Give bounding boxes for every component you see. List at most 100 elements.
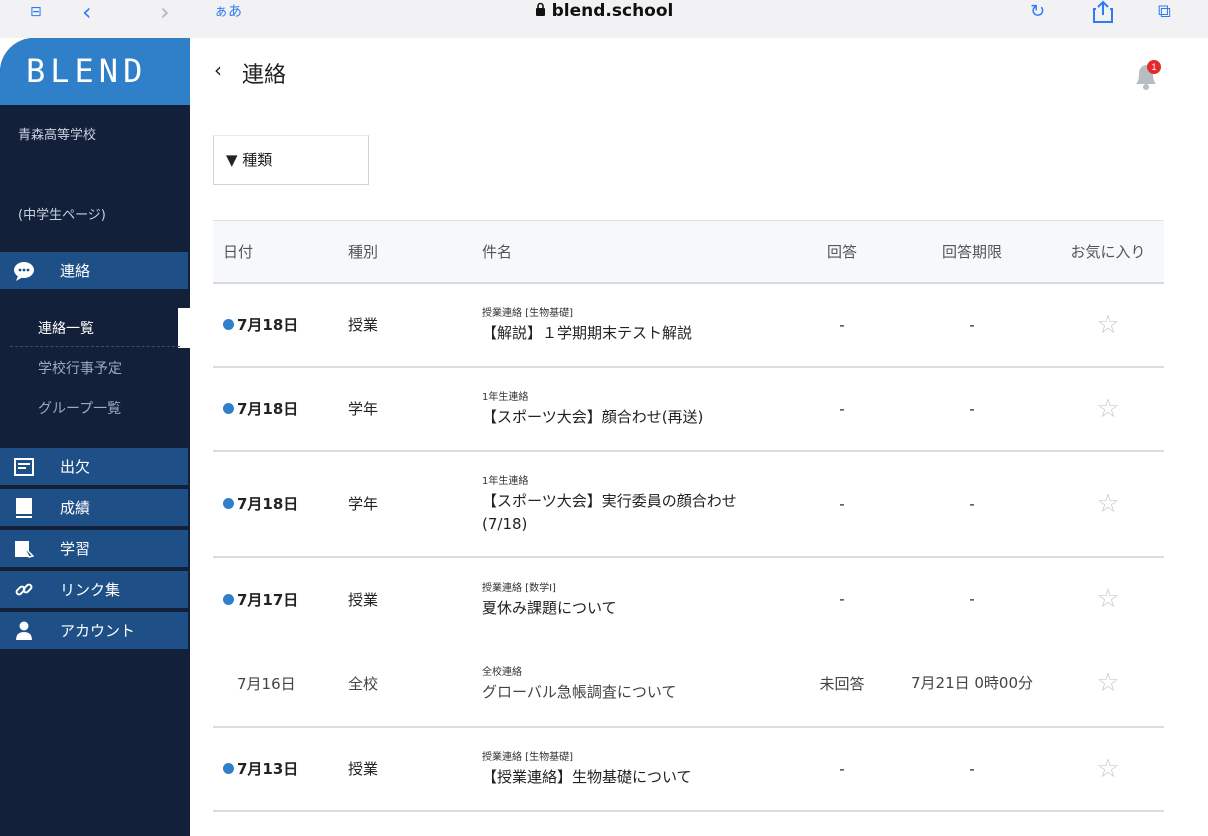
subject-cell[interactable]: 1年生連絡【スポーツ大会】顔合わせ(再送) [482, 367, 792, 451]
nav-label: リンク集 [60, 581, 121, 599]
back-chevron-icon[interactable]: ‹ [214, 58, 222, 82]
subject-text: 夏休み課題について [482, 598, 617, 617]
study-icon [10, 530, 38, 572]
tabs-icon[interactable]: ⧉ [1158, 0, 1171, 24]
nav-item-grades[interactable]: 成績 [0, 489, 188, 527]
column-header-category[interactable]: 種別 [348, 221, 482, 283]
subject-text: 【解説】１学期期末テスト解説 [482, 324, 693, 342]
browser-toolbar: ⊟ ‹ › ぁあ blend.school ↻ ⧉ [0, 0, 1208, 38]
favorite-cell: ☆ [1052, 367, 1164, 451]
notification-bell-icon[interactable]: 1 [1132, 60, 1161, 90]
nav-label: 成績 [60, 499, 91, 517]
url-text: blend.school [551, 1, 674, 21]
favorite-cell: ☆ [1052, 727, 1164, 811]
sender-label: 授業連絡 [数学Ⅰ] [482, 582, 556, 594]
column-header-deadline[interactable]: 回答期限 [892, 221, 1052, 283]
blend-logo[interactable]: BLEND [0, 38, 190, 105]
subject-cell[interactable]: 全校連絡グローバル急帳調査について [482, 641, 792, 727]
deadline-cell: 7月21日 0時00分 [910, 674, 1034, 692]
table-header-row: 日付 種別 件名 回答 回答期限 お気に入り [213, 220, 1164, 283]
nav-item-links[interactable]: リンク集 [0, 571, 188, 609]
deadline-cell: - [969, 399, 975, 418]
link-icon [10, 571, 38, 614]
contact-table: 日付 種別 件名 回答 回答期限 お気に入り 7月18日 授業 授業連絡 [生物… [213, 220, 1164, 812]
favorite-star-icon[interactable]: ☆ [1096, 310, 1119, 340]
sidebar: BLEND 青森高等学校 (中学生ページ) 連絡 連絡一覧 学校行事予定 グルー… [0, 38, 190, 836]
category-cell: 学年 [348, 495, 379, 513]
answer-cell: - [839, 590, 845, 608]
deadline-cell: - [969, 590, 975, 608]
column-header-answer[interactable]: 回答 [792, 221, 892, 283]
sub-item-school-events[interactable]: 学校行事予定 [38, 358, 122, 378]
answer-cell: - [839, 494, 845, 513]
sender-label: 授業連絡 [生物基礎] [482, 752, 573, 763]
column-header-date[interactable]: 日付 [213, 221, 348, 283]
nav-item-account[interactable]: アカウント [0, 612, 188, 650]
nav-label: 学習 [60, 540, 91, 558]
category-cell: 全校 [348, 674, 379, 693]
page-title: 連絡 [242, 63, 287, 88]
active-indicator [178, 308, 190, 348]
unread-dot-icon [223, 763, 234, 774]
table-row[interactable]: 7月18日 授業 授業連絡 [生物基礎] 【解説】１学期期末テスト解説 - - ☆ [213, 283, 1164, 367]
table-row[interactable]: 7月17日 授業 授業連絡 [数学Ⅰ] 夏休み課題について - - ☆ [213, 557, 1164, 641]
answer-cell: - [839, 315, 845, 334]
nav-item-contact[interactable]: 連絡 [0, 252, 188, 290]
favorite-cell: ☆ [1052, 451, 1164, 557]
subject-text: 【スポーツ大会】顔合わせ(再送) [482, 408, 704, 426]
notification-count: 1 [1151, 62, 1156, 72]
sender-label: 1年生連絡 [482, 475, 529, 487]
subject-cell[interactable]: 授業連絡 [生物基礎] 【解説】１学期期末テスト解説 [482, 283, 792, 367]
favorite-cell: ☆ [1052, 641, 1164, 727]
deadline-cell: - [969, 315, 975, 334]
nav-label: 出欠 [60, 458, 91, 476]
favorite-star-icon[interactable]: ☆ [1096, 584, 1119, 614]
date-cell: 7月18日 [213, 451, 348, 557]
subject-cell[interactable]: 授業連絡 [生物基礎] 【授業連絡】生物基礎について [482, 727, 792, 811]
date-cell: 7月17日 [213, 557, 348, 641]
column-header-subject[interactable]: 件名 [482, 221, 792, 283]
column-header-favorite[interactable]: お気に入り [1052, 221, 1164, 283]
table-row[interactable]: 7月16日 全校 全校連絡 グローバル急帳調査について 未回答 7月21日 0時0… [213, 641, 1164, 727]
subject-text: 【授業連絡】生物基礎について [482, 768, 692, 786]
favorite-star-icon[interactable]: ☆ [1096, 668, 1119, 698]
unread-dot-icon [223, 593, 234, 605]
deadline-cell: - [969, 759, 975, 778]
divider [10, 346, 180, 347]
date-cell: 7月13日 [213, 727, 348, 811]
address-bar[interactable]: blend.school [0, 0, 1208, 24]
favorite-cell: ☆ [1052, 557, 1164, 641]
unread-dot-icon [223, 319, 234, 330]
sender-label: 1年生連絡 [482, 392, 529, 403]
date-cell: 7月16日 [237, 674, 296, 693]
date-cell: 7月18日 [213, 367, 348, 451]
share-icon[interactable] [1092, 0, 1114, 24]
nav-item-attendance[interactable]: 出欠 [0, 448, 188, 486]
sender-label: 授業連絡 [生物基礎] [482, 308, 573, 319]
table-row[interactable]: 7月13日 授業 授業連絡 [生物基礎] 【授業連絡】生物基礎について - - ☆ [213, 727, 1164, 811]
category-filter-dropdown[interactable]: ▼ 種類 [213, 135, 369, 185]
table-row[interactable]: 7月18日 学年 1年生連絡【スポーツ大会】顔合わせ(再送) - - ☆ [213, 367, 1164, 451]
favorite-star-icon[interactable]: ☆ [1096, 489, 1119, 519]
grades-icon [10, 489, 38, 532]
main-content: ‹ 連絡 1 ▼ 種類 日付 種別 件名 回答 回答期限 お気に入り 7月18日… [190, 38, 1208, 836]
nav-label: アカウント [60, 622, 136, 640]
favorite-star-icon[interactable]: ☆ [1096, 754, 1119, 784]
account-icon [10, 612, 38, 655]
unread-dot-icon [223, 498, 234, 509]
sub-item-group-list[interactable]: グループ一覧 [38, 398, 121, 418]
reload-icon[interactable]: ↻ [1030, 0, 1045, 24]
attendance-icon [10, 448, 38, 490]
date-cell: 7月18日 [213, 283, 348, 367]
sub-item-contact-list[interactable]: 連絡一覧 [38, 318, 94, 338]
sender-label: 全校連絡 [482, 666, 522, 678]
subject-cell[interactable]: 授業連絡 [数学Ⅰ] 夏休み課題について [482, 557, 792, 641]
nav-item-study[interactable]: 学習 [0, 530, 188, 568]
favorite-star-icon[interactable]: ☆ [1096, 394, 1119, 424]
subject-cell[interactable]: 1年生連絡 【スポーツ大会】実行委員の顔合わせ(7/18) [482, 451, 792, 557]
nav-label: 連絡 [60, 262, 91, 280]
subject-text: グローバル急帳調査について [482, 682, 677, 701]
table-row[interactable]: 7月18日 学年 1年生連絡 【スポーツ大会】実行委員の顔合わせ(7/18) - … [213, 451, 1164, 557]
category-cell: 学年 [348, 400, 379, 418]
answer-cell: - [839, 399, 845, 418]
